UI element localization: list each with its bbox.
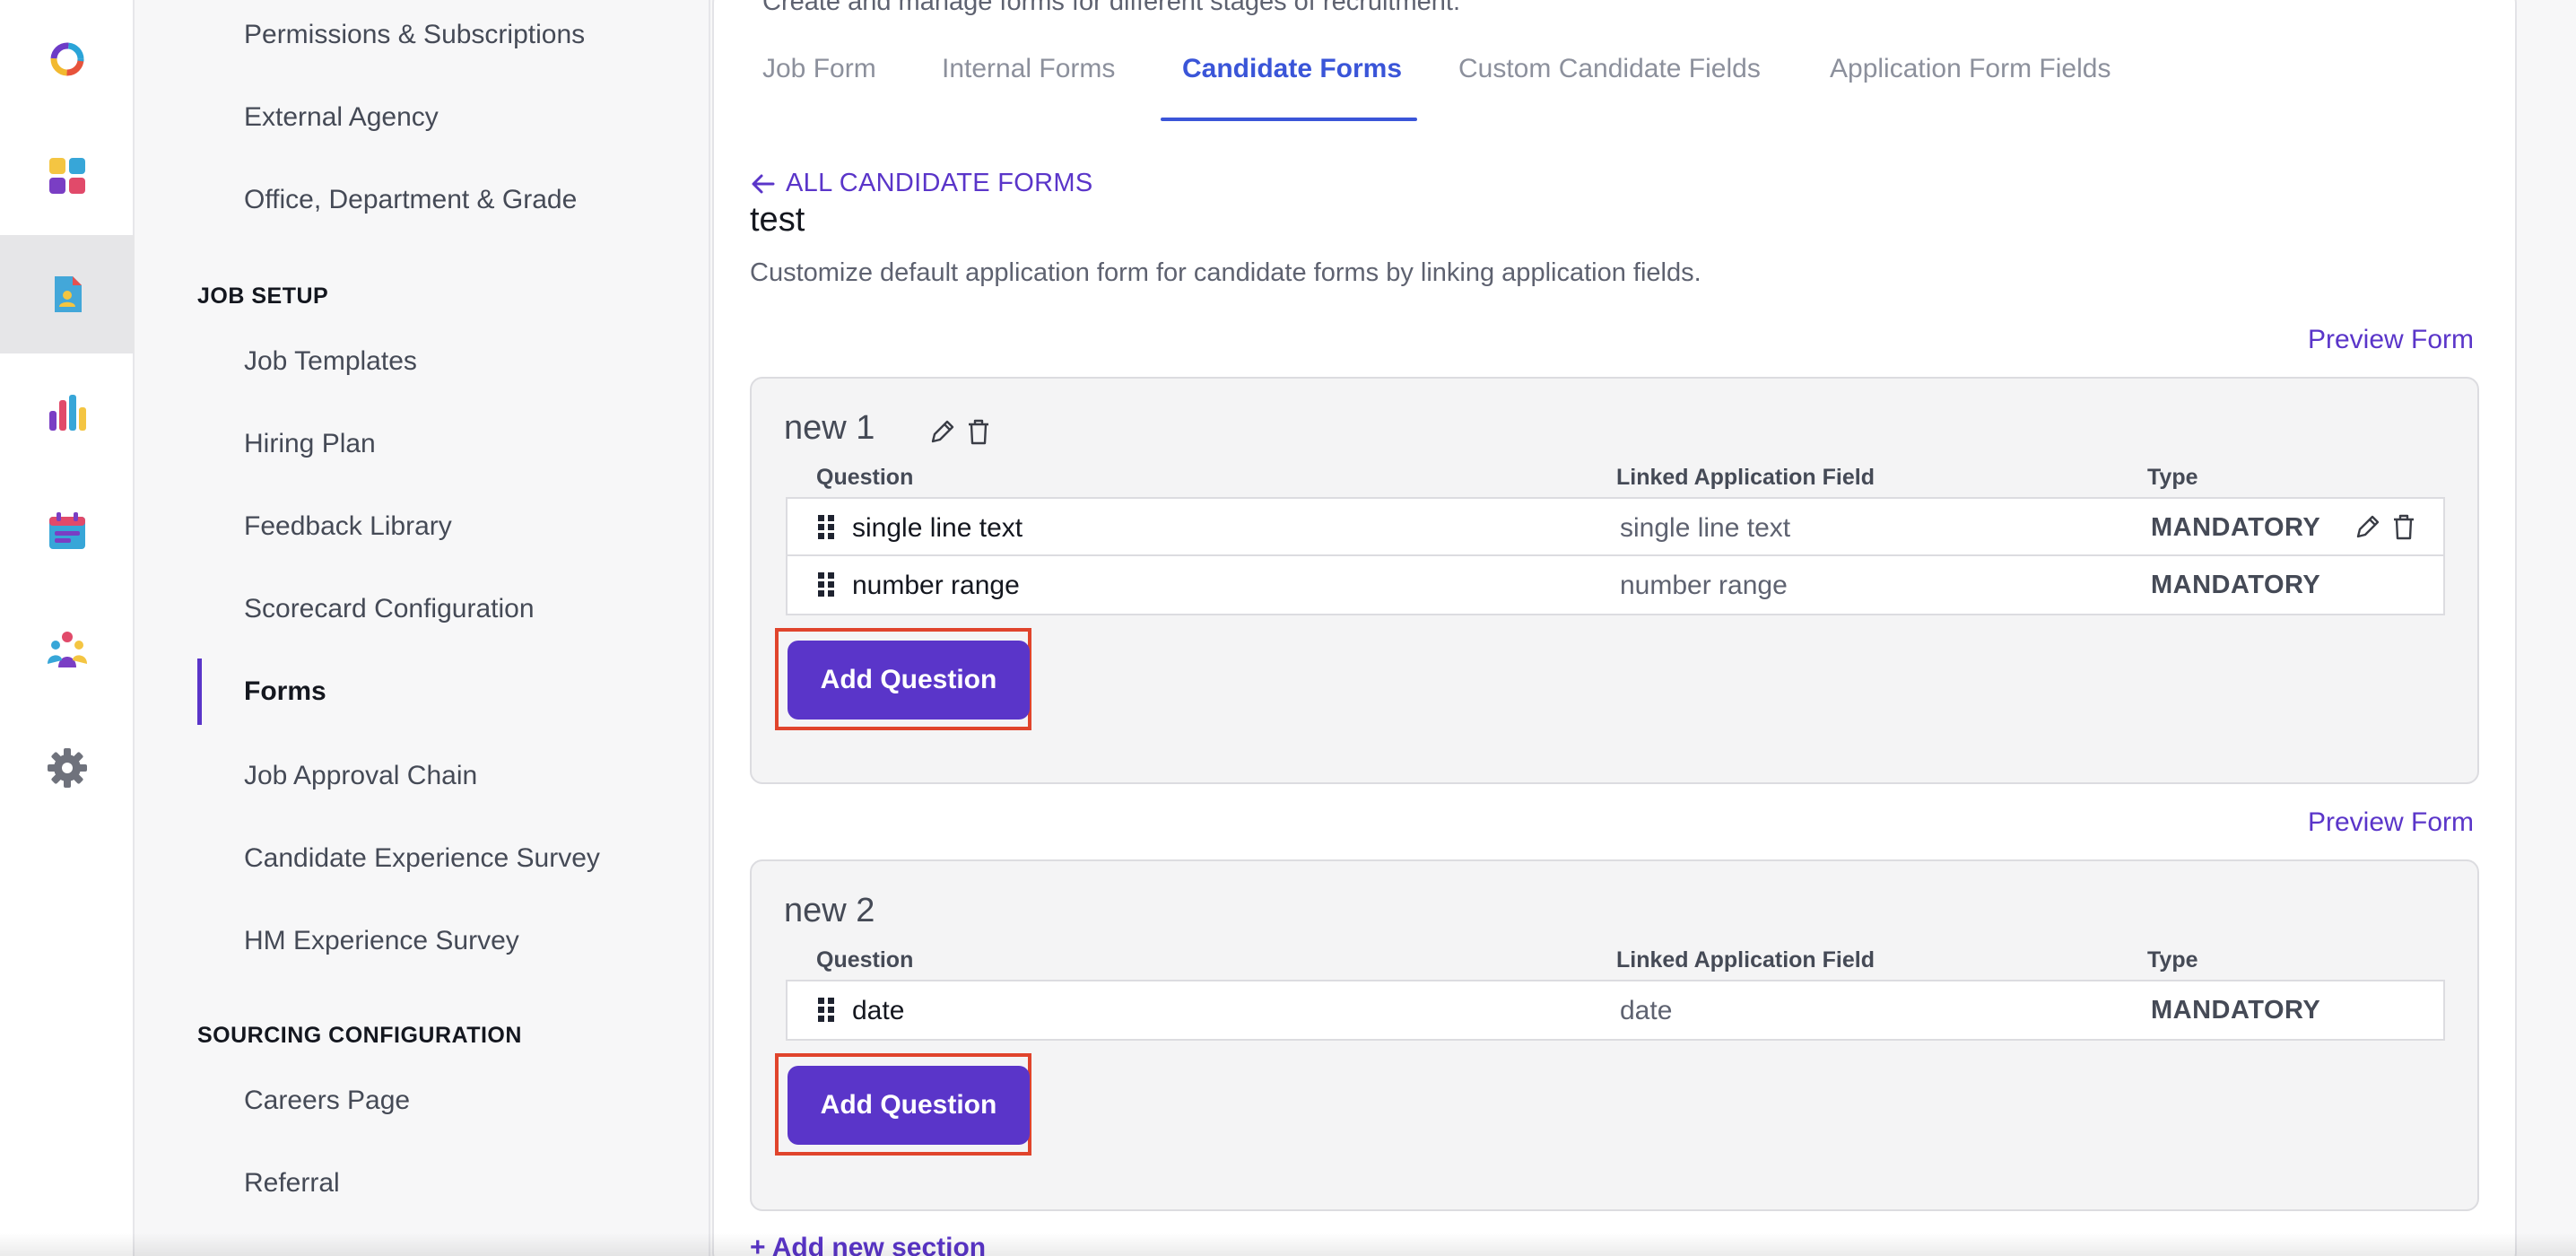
column-header-type: Type bbox=[2147, 465, 2198, 490]
column-header-type: Type bbox=[2147, 947, 2198, 973]
nav-item-candidate-survey[interactable]: Candidate Experience Survey bbox=[244, 843, 600, 874]
questions-table: single line text single line text MANDAT… bbox=[786, 497, 2445, 615]
linked-field: single line text bbox=[1620, 513, 1791, 543]
add-question-button[interactable]: Add Question bbox=[788, 1066, 1030, 1145]
rail-setup[interactable] bbox=[0, 235, 135, 353]
drag-handle-icon[interactable] bbox=[816, 996, 838, 1025]
nav-item-job-approval[interactable]: Job Approval Chain bbox=[244, 761, 477, 791]
column-header-question: Question bbox=[816, 465, 914, 490]
tab-application-form-fields[interactable]: Application Form Fields bbox=[1830, 54, 2110, 84]
question-type: MANDATORY bbox=[2151, 571, 2321, 599]
people-icon bbox=[48, 632, 87, 667]
drag-handle-icon[interactable] bbox=[816, 571, 838, 599]
section-name: new 1 bbox=[784, 409, 875, 447]
question-text: number range bbox=[852, 571, 1020, 600]
preview-form-link[interactable]: Preview Form bbox=[2308, 325, 2474, 355]
tab-candidate-forms[interactable]: Candidate Forms bbox=[1182, 54, 1402, 84]
nav-item-careers-page[interactable]: Careers Page bbox=[244, 1086, 410, 1116]
column-header-question: Question bbox=[816, 947, 914, 973]
arrow-left-icon bbox=[752, 174, 775, 193]
add-question-button[interactable]: Add Question bbox=[788, 641, 1030, 720]
question-text: single line text bbox=[852, 513, 1023, 543]
tab-job-form[interactable]: Job Form bbox=[762, 54, 876, 84]
rail-reports[interactable] bbox=[0, 353, 135, 472]
form-description: Customize default application form for c… bbox=[750, 258, 1701, 287]
nav-item-referral[interactable]: Referral bbox=[244, 1168, 340, 1199]
trash-icon[interactable] bbox=[2389, 511, 2419, 542]
rail-calendar[interactable] bbox=[0, 472, 135, 590]
tab-internal-forms[interactable]: Internal Forms bbox=[942, 54, 1115, 84]
edit-icon[interactable] bbox=[2353, 511, 2383, 542]
panel-intro: Create and manage forms for different st… bbox=[762, 0, 1461, 16]
nav-item-scorecard[interactable]: Scorecard Configuration bbox=[244, 594, 535, 624]
nav-item-permissions[interactable]: Permissions & Subscriptions bbox=[244, 20, 585, 50]
app-logo[interactable] bbox=[0, 0, 135, 118]
linked-field: number range bbox=[1620, 571, 1788, 600]
edit-icon[interactable] bbox=[927, 416, 958, 447]
trash-icon[interactable] bbox=[963, 416, 994, 447]
forms-panel: Create and manage forms for different st… bbox=[712, 0, 2517, 1256]
form-section-card: new 1 Question Linked Application Field … bbox=[750, 377, 2479, 784]
calendar-icon bbox=[49, 512, 85, 549]
table-row[interactable]: single line text single line text MANDAT… bbox=[788, 499, 2443, 556]
back-link-label: ALL CANDIDATE FORMS bbox=[786, 169, 1093, 197]
document-person-icon bbox=[55, 276, 82, 312]
nav-item-office[interactable]: Office, Department & Grade bbox=[244, 185, 577, 215]
form-section-card: new 2 Question Linked Application Field … bbox=[750, 859, 2479, 1211]
table-row[interactable]: number range number range MANDATORY bbox=[788, 556, 2443, 614]
logo-ring-icon bbox=[50, 42, 84, 76]
nav-item-feedback-library[interactable]: Feedback Library bbox=[244, 511, 452, 542]
nav-section-sourcing: SOURCING CONFIGURATION bbox=[197, 1023, 522, 1048]
tab-custom-candidate-fields[interactable]: Custom Candidate Fields bbox=[1458, 54, 1761, 84]
rail-dashboard[interactable] bbox=[0, 117, 135, 235]
nav-item-hm-survey[interactable]: HM Experience Survey bbox=[244, 926, 519, 956]
form-title: test bbox=[750, 201, 805, 239]
highlight-outline: Add Question bbox=[775, 1053, 1031, 1156]
gear-icon bbox=[48, 748, 87, 788]
section-actions bbox=[927, 416, 994, 447]
column-header-linked: Linked Application Field bbox=[1616, 465, 1875, 490]
add-new-section-link[interactable]: + Add new section bbox=[750, 1233, 986, 1256]
highlight-outline: Add Question bbox=[775, 628, 1031, 730]
back-to-all-candidate-forms[interactable]: ALL CANDIDATE FORMS bbox=[750, 169, 1092, 198]
nav-section-job-setup: JOB SETUP bbox=[197, 283, 329, 309]
column-header-linked: Linked Application Field bbox=[1616, 947, 1875, 973]
questions-table: date date MANDATORY bbox=[786, 980, 2445, 1041]
dashboard-grid-icon bbox=[49, 158, 85, 194]
nav-item-forms[interactable]: Forms bbox=[244, 676, 326, 707]
icon-rail bbox=[0, 0, 135, 1256]
drag-handle-icon[interactable] bbox=[816, 513, 838, 542]
question-type: MANDATORY bbox=[2151, 996, 2321, 1025]
settings-subnav: Permissions & Subscriptions External Age… bbox=[136, 0, 710, 1256]
question-type: MANDATORY bbox=[2151, 513, 2321, 542]
rail-settings[interactable] bbox=[0, 709, 135, 827]
table-row[interactable]: date date MANDATORY bbox=[788, 981, 2443, 1039]
rail-people[interactable] bbox=[0, 590, 135, 709]
linked-field: date bbox=[1620, 996, 1673, 1025]
nav-active-indicator bbox=[197, 659, 202, 725]
row-actions bbox=[2353, 511, 2419, 542]
question-text: date bbox=[852, 996, 905, 1025]
nav-item-hiring-plan[interactable]: Hiring Plan bbox=[244, 429, 376, 459]
bar-chart-icon bbox=[49, 395, 86, 431]
active-tab-underline bbox=[1161, 118, 1417, 121]
nav-item-job-templates[interactable]: Job Templates bbox=[244, 346, 417, 377]
preview-form-link[interactable]: Preview Form bbox=[2308, 807, 2474, 838]
nav-item-external-agency[interactable]: External Agency bbox=[244, 102, 439, 133]
section-name: new 2 bbox=[784, 892, 875, 929]
